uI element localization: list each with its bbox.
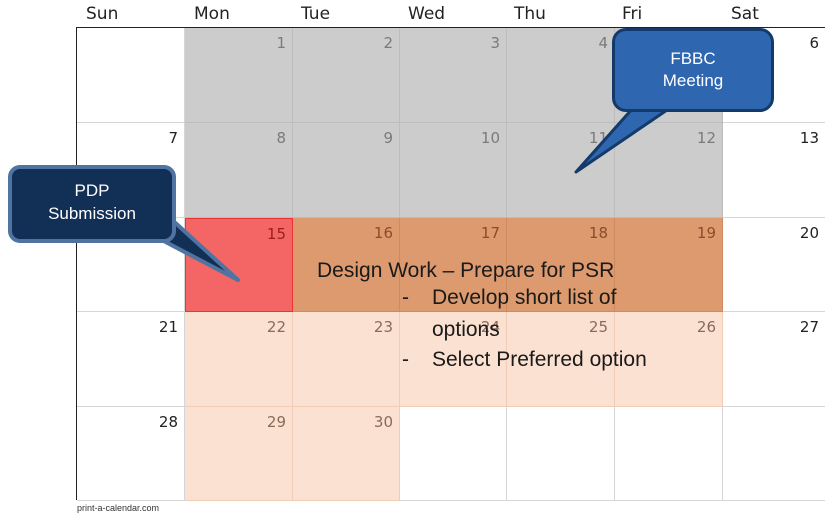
day-cell-8[interactable]: 8 <box>185 123 293 218</box>
day-cell-10[interactable]: 10 <box>400 123 507 218</box>
day-cell-22[interactable]: 22 <box>185 312 293 407</box>
day-number: 6 <box>809 34 819 52</box>
task-bullet-marker: - <box>402 286 409 309</box>
callout-line: Submission <box>48 204 136 223</box>
day-number: 17 <box>480 224 500 242</box>
callout-line: PDP <box>74 181 110 200</box>
day-number: 2 <box>383 34 393 52</box>
day-number: 12 <box>696 129 716 147</box>
day-cell-20[interactable]: 20 <box>723 218 825 312</box>
day-cell-28[interactable]: 28 <box>77 407 185 501</box>
callout-line: FBBC <box>670 49 716 68</box>
task-bullet-marker: - <box>402 348 409 371</box>
day-cell-4[interactable]: 4 <box>507 28 615 123</box>
day-number: 8 <box>276 129 286 147</box>
day-cell-15[interactable]: 15 <box>185 218 293 312</box>
day-number: 25 <box>588 318 608 336</box>
day-number: 23 <box>373 318 393 336</box>
day-number: 29 <box>266 413 286 431</box>
day-cell-12[interactable]: 12 <box>615 123 723 218</box>
weekday-fri: Fri <box>622 4 643 24</box>
day-cell-13[interactable]: 13 <box>723 123 825 218</box>
task-item-preferred: Select Preferred option <box>432 348 647 371</box>
day-cell-27[interactable]: 27 <box>723 312 825 407</box>
weekday-tue: Tue <box>301 4 331 24</box>
day-number: 11 <box>588 129 608 147</box>
day-number: 28 <box>158 413 178 431</box>
day-number: 26 <box>696 318 716 336</box>
fbbc-meeting-callout: FBBC Meeting <box>612 28 774 112</box>
day-cell-empty <box>507 407 615 501</box>
weekday-sat: Sat <box>731 4 759 24</box>
weekday-wed: Wed <box>408 4 446 24</box>
task-title: Design Work – Prepare for PSR <box>317 259 615 282</box>
day-number: 7 <box>168 129 178 147</box>
day-number: 30 <box>373 413 393 431</box>
day-cell-9[interactable]: 9 <box>293 123 400 218</box>
day-cell-empty <box>615 407 723 501</box>
day-cell-30[interactable]: 30 <box>293 407 400 501</box>
day-number: 1 <box>276 34 286 52</box>
day-number: 20 <box>799 224 819 242</box>
weekday-thu: Thu <box>514 4 546 24</box>
day-cell-23[interactable]: 23 <box>293 312 400 407</box>
day-number: 13 <box>799 129 819 147</box>
task-item-shortlist-line2: options <box>432 318 500 341</box>
day-cell-19[interactable]: 19 <box>615 218 723 312</box>
day-number: 15 <box>266 225 286 243</box>
day-cell-2[interactable]: 2 <box>293 28 400 123</box>
day-number: 10 <box>480 129 500 147</box>
day-cell-empty <box>723 407 825 501</box>
day-number: 27 <box>799 318 819 336</box>
weekday-mon: Mon <box>194 4 230 24</box>
day-number: 22 <box>266 318 286 336</box>
day-number: 19 <box>696 224 716 242</box>
task-item-shortlist-line1: Develop short list of <box>432 286 617 309</box>
day-cell-11[interactable]: 11 <box>507 123 615 218</box>
day-cell-29[interactable]: 29 <box>185 407 293 501</box>
day-number: 21 <box>158 318 178 336</box>
day-number: 16 <box>373 224 393 242</box>
footer-source: print-a-calendar.com <box>77 503 160 513</box>
weekday-sun: Sun <box>86 4 119 24</box>
day-cell-empty <box>77 28 185 123</box>
day-cell-3[interactable]: 3 <box>400 28 507 123</box>
callout-line: Meeting <box>662 71 724 90</box>
day-number: 4 <box>598 34 608 52</box>
day-number: 9 <box>383 129 393 147</box>
day-cell-empty <box>400 407 507 501</box>
day-cell-1[interactable]: 1 <box>185 28 293 123</box>
pdp-submission-callout: PDP Submission <box>8 165 176 243</box>
day-number: 3 <box>490 34 500 52</box>
day-cell-21[interactable]: 21 <box>77 312 185 407</box>
day-number: 18 <box>588 224 608 242</box>
